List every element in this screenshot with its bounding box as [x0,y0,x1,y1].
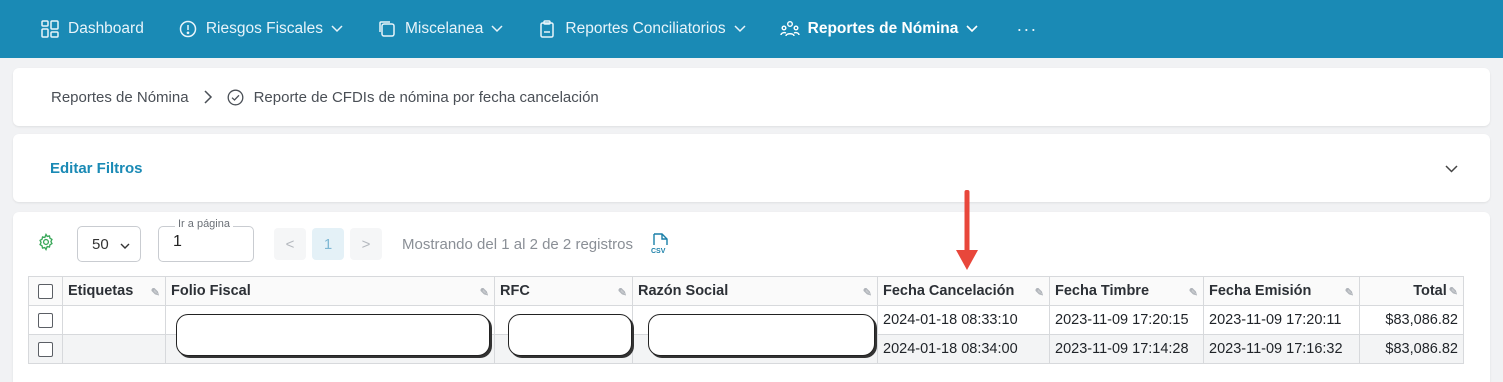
table-toolbar: 50 Ir a página 1 < 1 > Mostrando del 1 a… [13,212,1490,276]
nav-dashboard-label: Dashboard [68,20,144,37]
chevron-down-icon[interactable] [1445,160,1458,177]
gear-icon[interactable] [37,233,55,255]
cell-fecha-cancelacion: 2024-01-18 08:34:00 [877,334,1050,364]
more-menu-icon[interactable]: ··· [1016,19,1037,40]
pin-icon[interactable]: ✎ [1449,286,1458,298]
row-checkbox[interactable] [38,312,53,328]
cell-total: $83,086.82 [1359,305,1464,335]
dashboard-grid-icon [40,19,60,39]
records-count-text: Mostrando del 1 al 2 de 2 registros [402,235,633,253]
column-header-folio-fiscal[interactable]: Folio Fiscal ✎ [165,276,495,306]
column-header-total[interactable]: Total ✎ [1359,276,1464,306]
pin-icon[interactable]: ✎ [1345,286,1354,299]
column-header-fecha-emision[interactable]: Fecha Emisión ✎ [1203,276,1360,306]
column-header-fecha-timbre[interactable]: Fecha Timbre ✎ [1049,276,1204,306]
row-select-cell[interactable] [28,334,63,364]
chevron-down-icon [966,25,978,33]
select-all-checkbox[interactable] [38,283,53,299]
edit-filters-link[interactable]: Editar Filtros [50,160,143,177]
current-page-button[interactable]: 1 [312,228,344,260]
column-header-razon-social[interactable]: Razón Social ✎ [632,276,878,306]
copy-squares-icon [377,19,397,39]
cell-total: $83,086.82 [1359,334,1464,364]
chevron-down-icon [734,25,746,33]
goto-page-label: Ir a página [175,218,233,230]
svg-text:CSV: CSV [651,248,666,255]
pin-icon[interactable]: ✎ [1035,286,1044,299]
select-all-header[interactable] [28,276,63,306]
chevron-down-icon [491,25,503,33]
chevron-down-icon [331,25,343,33]
row-checkbox[interactable] [38,341,53,357]
redaction-box-rfc [508,314,632,356]
cell-fecha-emision: 2023-11-09 17:16:32 [1203,334,1360,364]
results-panel: 50 Ir a página 1 < 1 > Mostrando del 1 a… [13,190,1490,382]
pagination: < 1 > [274,228,388,260]
filters-panel: Editar Filtros [13,134,1490,202]
clipboard-icon [537,19,557,39]
nav-riesgos-fiscales[interactable]: Riesgos Fiscales [178,19,343,39]
redaction-box-folio [176,314,490,356]
page-size-value: 50 [92,235,109,253]
chevron-down-icon [120,236,130,253]
pin-icon[interactable]: ✎ [480,286,489,299]
redaction-box-razon [648,314,875,356]
pin-icon[interactable]: ✎ [618,286,627,299]
breadcrumb-parent[interactable]: Reportes de Nómina [51,89,189,106]
row-select-cell[interactable] [28,305,63,335]
cell-fecha-cancelacion: 2024-01-18 08:33:10 [877,305,1050,335]
table-header-row: Etiquetas ✎ Folio Fiscal ✎ RFC ✎ Razón Soci… [28,276,1464,306]
pin-icon[interactable]: ✎ [151,286,160,299]
cell-fecha-emision: 2023-11-09 17:20:11 [1203,305,1360,335]
annotation-arrow-icon [956,190,978,270]
breadcrumb: Reportes de Nómina Reporte de CFDIs de n… [13,68,1490,126]
column-header-etiquetas[interactable]: Etiquetas ✎ [62,276,166,306]
check-circle-icon [227,89,244,106]
cell-etiquetas [62,334,166,364]
goto-page-input[interactable]: Ir a página 1 [158,218,254,262]
breadcrumb-current: Reporte de CFDIs de nómina por fecha can… [253,88,599,106]
next-page-button[interactable]: > [350,228,382,260]
alert-circle-icon [178,19,198,39]
cell-etiquetas [62,305,166,335]
column-header-rfc[interactable]: RFC ✎ [494,276,633,306]
csv-file-icon[interactable]: CSV [651,233,669,255]
nav-miscelanea[interactable]: Miscelanea [377,19,503,39]
nav-reportes-conciliatorios[interactable]: Reportes Conciliatorios [537,19,746,39]
pin-icon[interactable]: ✎ [1189,286,1198,299]
goto-page-value: 1 [173,233,182,250]
page-size-select[interactable]: 50 [77,226,141,262]
nav-riesgos-label: Riesgos Fiscales [205,20,323,37]
users-group-icon [779,19,800,39]
column-header-fecha-cancelacion[interactable]: Fecha Cancelación ✎ [877,276,1050,306]
pin-icon[interactable]: ✎ [863,286,872,299]
nav-miscelanea-label: Miscelanea [404,20,484,37]
nav-reportes-conciliatorios-label: Reportes Conciliatorios [565,20,726,37]
chevron-right-icon [203,90,213,104]
prev-page-button[interactable]: < [274,228,306,260]
cell-fecha-timbre: 2023-11-09 17:20:15 [1049,305,1204,335]
nav-reportes-nomina[interactable]: Reportes de Nómina [779,19,979,39]
cell-fecha-timbre: 2023-11-09 17:14:28 [1049,334,1204,364]
nav-reportes-nomina-label: Reportes de Nómina [807,20,959,37]
nav-dashboard[interactable]: Dashboard [40,19,144,39]
top-navbar: Dashboard Riesgos Fiscales Miscelanea Re… [0,0,1503,58]
